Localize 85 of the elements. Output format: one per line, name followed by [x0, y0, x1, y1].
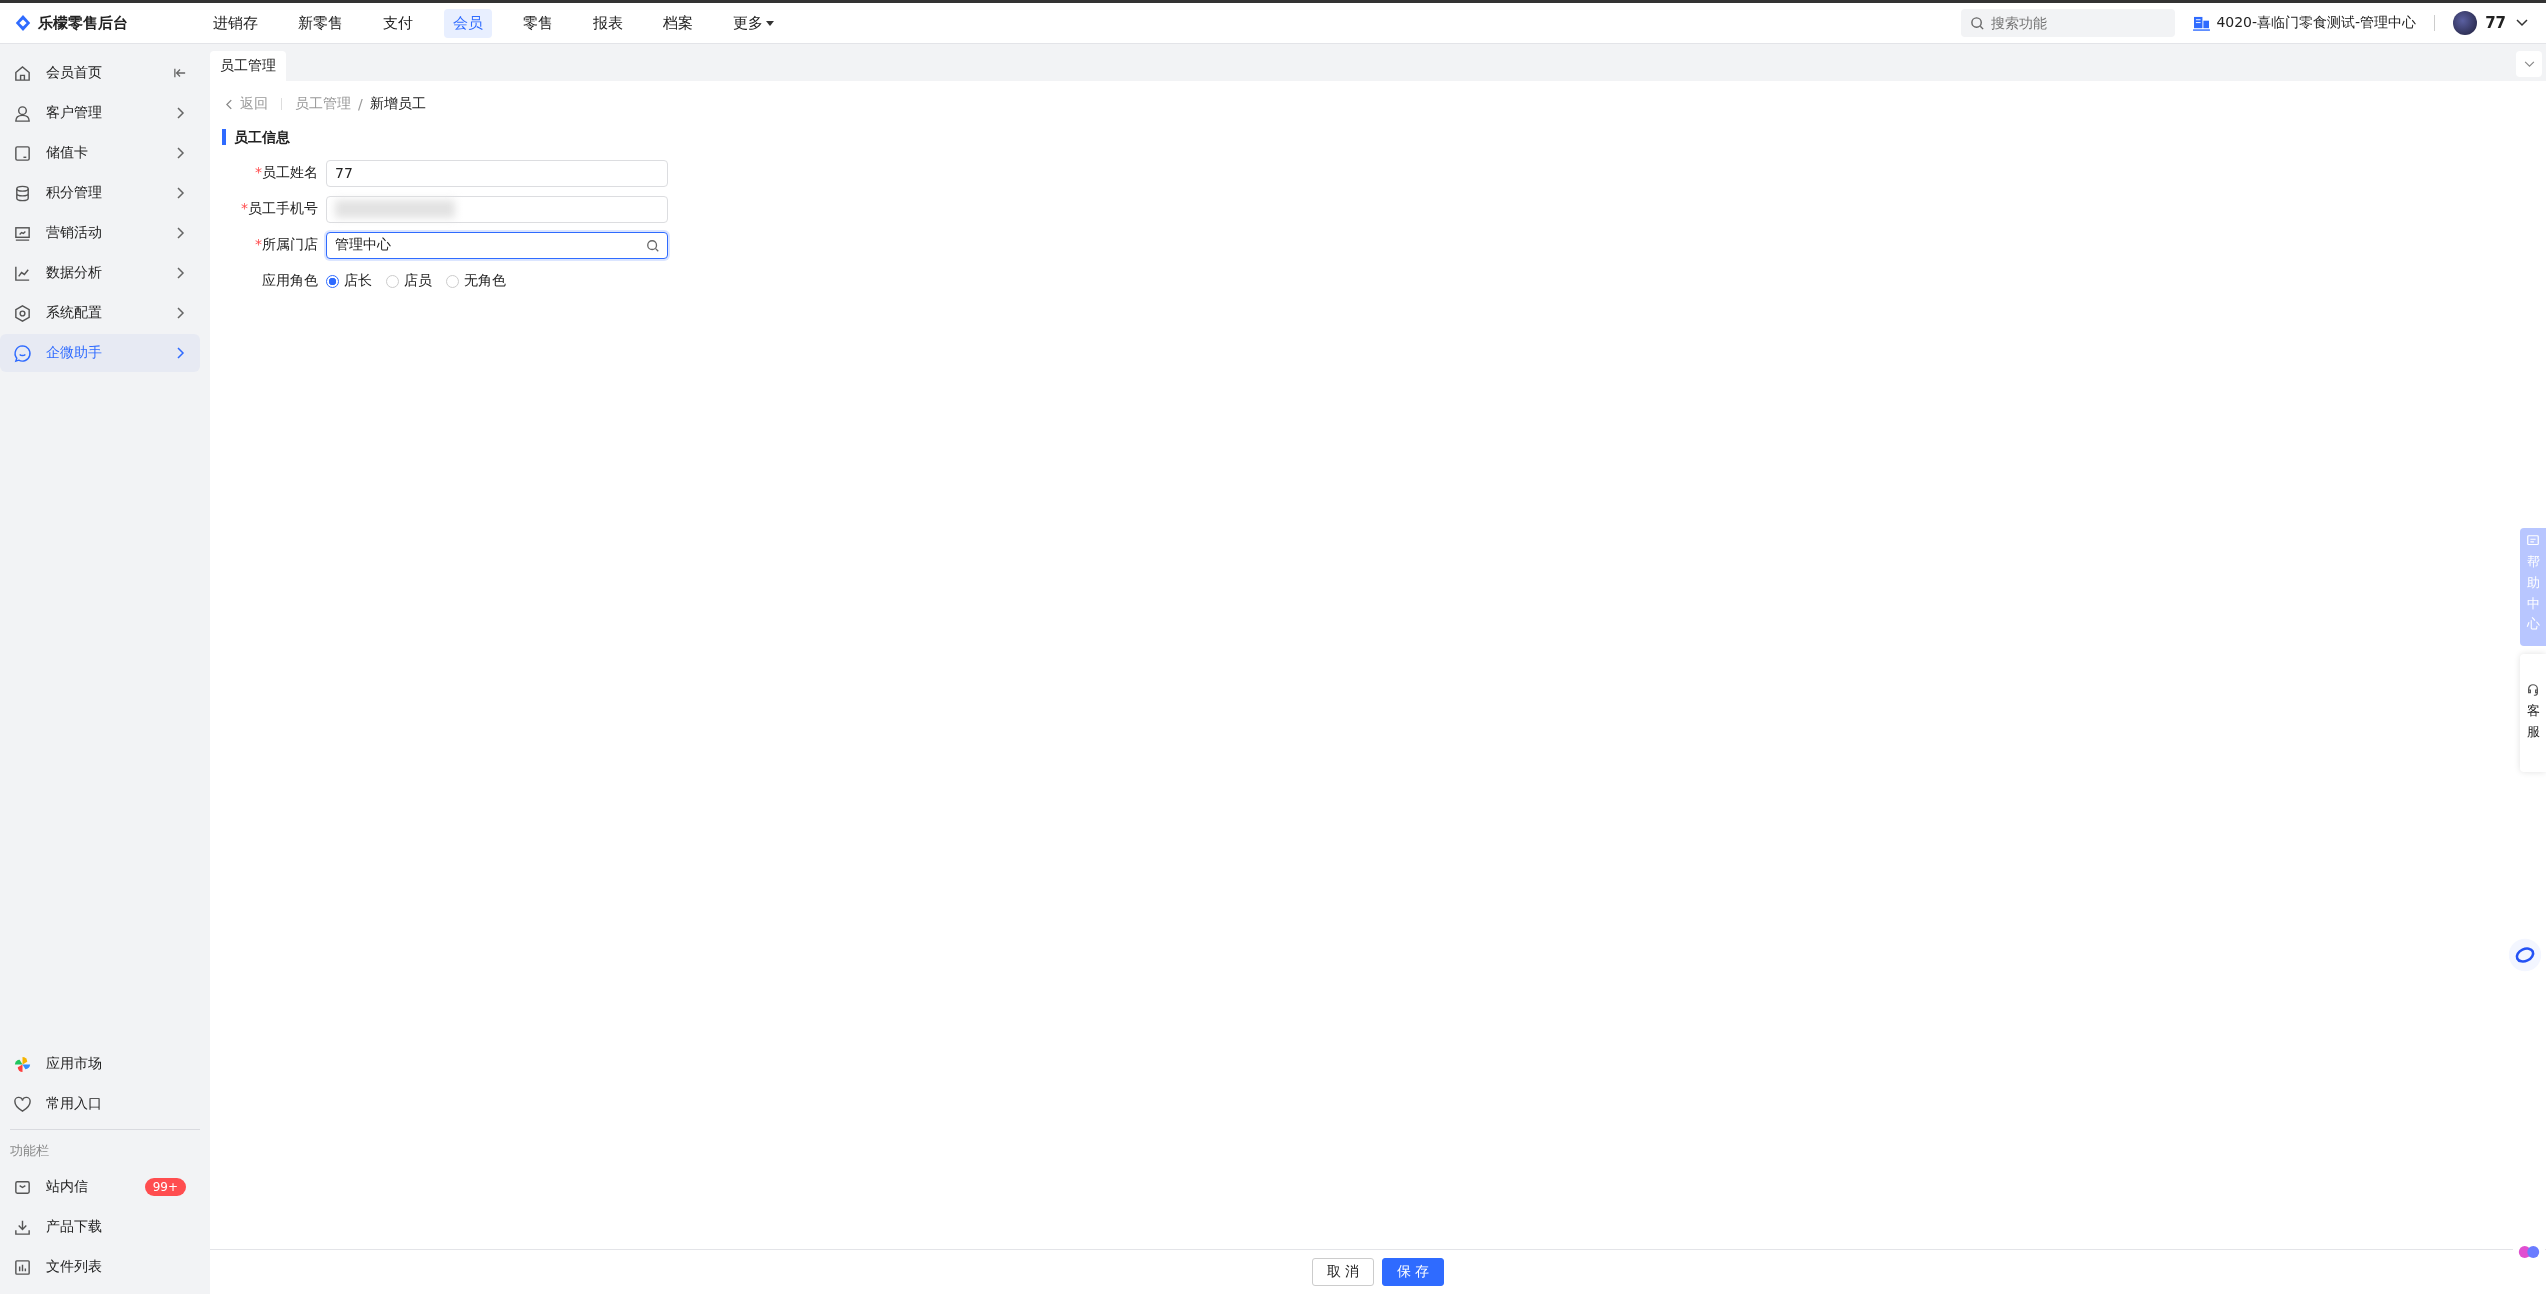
sidebar-label: 产品下载 — [46, 1218, 103, 1236]
apps-icon — [13, 1054, 32, 1074]
sidebar-item[interactable]: 企微助手 — [0, 334, 200, 372]
sidebar-label: 企微助手 — [46, 344, 103, 362]
sidebar-label: 客户管理 — [46, 104, 103, 122]
sidebar-item[interactable]: 数据分析 — [0, 254, 200, 292]
heart-icon — [13, 1094, 32, 1114]
user-icon — [13, 103, 32, 123]
input-field[interactable]: 管理中心 — [326, 231, 668, 259]
input-field[interactable]: 77 — [326, 159, 668, 187]
user-menu[interactable]: 77 — [2485, 14, 2506, 32]
sidebar-item[interactable]: 系统配置 — [0, 294, 200, 332]
chevron-right-icon — [174, 227, 186, 239]
sidebar-label: 常用入口 — [46, 1095, 103, 1113]
chevron-right-icon — [174, 107, 186, 119]
chevron-down-icon[interactable] — [2516, 19, 2528, 27]
sidebar-item[interactable]: 站内信 99+ — [0, 1168, 200, 1206]
section-title: 员工信息 — [222, 129, 2534, 145]
breadcrumb-separator: / — [358, 96, 363, 112]
sidebar-label: 站内信 — [46, 1178, 89, 1196]
chevron-down-icon — [2523, 60, 2535, 68]
card-icon — [13, 143, 32, 163]
logo-icon — [14, 14, 32, 32]
sidebar-label: 积分管理 — [46, 184, 103, 202]
back-icon[interactable] — [226, 98, 233, 110]
field-label: *员工姓名 — [254, 164, 319, 182]
sidebar-item[interactable]: 产品下载 — [0, 1208, 200, 1246]
sidebar-label: 会员首页 — [46, 64, 103, 82]
radio-option[interactable]: 店长 — [326, 272, 372, 290]
sidebar-item[interactable]: 文件列表 — [0, 1248, 200, 1286]
sidebar-item[interactable]: 客户管理 — [0, 94, 200, 132]
count-badge: 99+ — [144, 1178, 186, 1196]
sidebar-label: 系统配置 — [46, 304, 103, 322]
nav-tab[interactable]: 更多 — [724, 8, 783, 38]
nav-tab[interactable]: 进销存 — [204, 8, 267, 38]
search-icon[interactable] — [646, 238, 660, 253]
sidebar-label: 应用市场 — [46, 1055, 103, 1073]
ring-icon[interactable] — [2508, 938, 2542, 972]
store-selector[interactable]: 4020-喜临门零食测试-管理中心 — [2216, 14, 2417, 32]
sidebar-item[interactable]: 积分管理 — [0, 174, 200, 212]
customer-service-tab[interactable]: 客服 — [2520, 654, 2546, 772]
chat-icon — [13, 343, 32, 363]
radio-option[interactable]: 店员 — [386, 272, 432, 290]
nav-tab[interactable]: 零售 — [514, 8, 562, 38]
radio-option[interactable]: 无角色 — [446, 272, 506, 290]
nav-tab[interactable]: 支付 — [374, 8, 422, 38]
section-label: 功能栏 — [9, 1142, 50, 1160]
home-icon — [13, 63, 32, 83]
sidebar-item[interactable]: 常用入口 — [0, 1085, 200, 1123]
sidebar-item[interactable]: 会员首页 — [0, 54, 200, 92]
input-field[interactable] — [326, 195, 668, 223]
field-label: *所属门店 — [254, 236, 319, 254]
sidebar-item[interactable]: 应用市场 — [0, 1045, 200, 1083]
breadcrumb-item: 新增员工 — [369, 95, 426, 113]
cancel-button[interactable]: 取 消 — [1311, 1258, 1374, 1286]
gear-icon — [13, 303, 32, 323]
avatar[interactable] — [2453, 11, 2478, 35]
chevron-right-icon — [174, 187, 186, 199]
page-tab[interactable]: 员工管理 — [210, 51, 286, 81]
save-button[interactable]: 保 存 — [1382, 1258, 1445, 1286]
sidebar-item[interactable]: 营销活动 — [0, 214, 200, 252]
message-icon — [2526, 534, 2540, 548]
sidebar-label: 数据分析 — [46, 264, 103, 282]
nav-tab[interactable]: 报表 — [584, 8, 632, 38]
sidebar-label: 储值卡 — [46, 144, 89, 162]
search-field[interactable]: 搜索功能 — [1961, 9, 2176, 37]
collapse-icon[interactable] — [174, 67, 186, 79]
search-icon — [1970, 16, 1986, 31]
headset-icon — [2526, 683, 2540, 698]
file-icon — [13, 1257, 32, 1277]
nav-tab[interactable]: 档案 — [654, 8, 702, 38]
sidebar-label: 营销活动 — [46, 224, 103, 242]
sidebar-label: 文件列表 — [46, 1258, 103, 1276]
db-icon — [13, 183, 32, 203]
field-label: 应用角色 — [261, 272, 319, 290]
nav-tab[interactable]: 会员 — [444, 8, 492, 38]
chevron-right-icon — [174, 267, 186, 279]
brand-name: 乐檬零售后台 — [38, 13, 128, 33]
chevron-right-icon — [174, 347, 186, 359]
building-icon — [2193, 15, 2211, 31]
chevron-right-icon — [174, 147, 186, 159]
chevron-right-icon — [174, 307, 186, 319]
field-label: *员工手机号 — [240, 200, 319, 218]
nav-tab[interactable]: 新零售 — [289, 8, 352, 38]
sidebar-item[interactable]: 储值卡 — [0, 134, 200, 172]
